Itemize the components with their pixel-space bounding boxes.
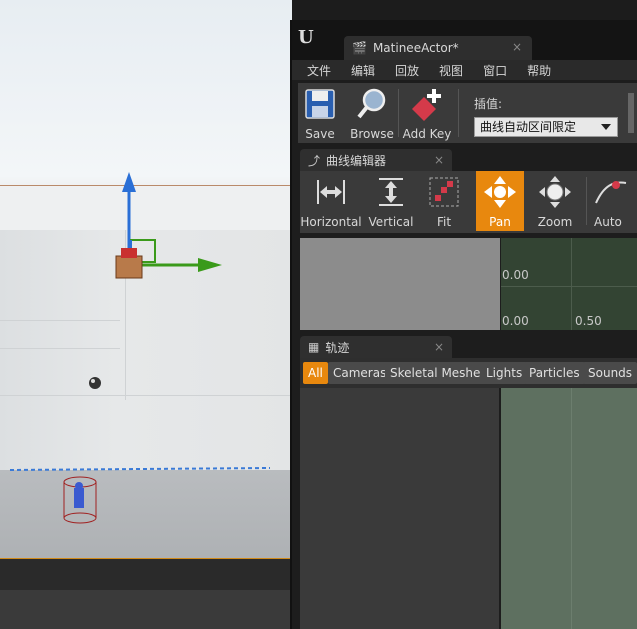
document-tab-label: MatineeActor* <box>372 41 459 55</box>
filter-skeletal-meshes-button[interactable]: Skeletal Meshes <box>385 362 492 384</box>
zoom-button[interactable]: Zoom <box>530 171 580 231</box>
toolbar-overflow <box>628 93 634 133</box>
matinee-actor-icon[interactable] <box>115 248 143 279</box>
filter-all-button[interactable]: All <box>303 362 328 384</box>
save-label: Save <box>305 127 335 141</box>
graph-label-value-top: 0.00 <box>502 268 529 282</box>
level-viewport[interactable] <box>0 0 292 629</box>
fit-icon <box>429 177 459 207</box>
document-tab[interactable]: 🎬 MatineeActor* × <box>344 36 532 60</box>
vertical-label: Vertical <box>368 215 414 229</box>
close-icon[interactable]: × <box>434 153 444 167</box>
scene-overlay <box>9 172 271 524</box>
curve-icon: ⤴ <box>308 153 321 168</box>
auto-label: Auto <box>594 215 622 229</box>
pan-label: Pan <box>489 215 511 229</box>
close-icon[interactable]: × <box>512 40 522 54</box>
chevron-down-icon <box>601 124 611 130</box>
unreal-logo: U <box>298 27 314 48</box>
tracks-area <box>300 388 637 629</box>
browse-button[interactable]: Browse <box>350 83 394 143</box>
tab-tracks[interactable]: ▦ 轨迹 × <box>300 336 452 358</box>
zoom-arrows-icon <box>539 176 571 208</box>
pan-arrows-icon <box>484 176 516 208</box>
add-key-label: Add Key <box>402 127 452 141</box>
interpolation-label: 插值: <box>474 97 503 111</box>
menu-bar: 文件 编辑 回放 视图 窗口 帮助 <box>292 60 637 80</box>
browse-label: Browse <box>350 127 394 141</box>
menu-file[interactable]: 文件 <box>307 62 331 79</box>
fit-vertical-icon <box>379 178 403 206</box>
auto-button[interactable]: Auto <box>590 171 637 231</box>
track-filter-bar: All Cameras Skeletal Meshes Lights Parti… <box>300 358 637 388</box>
vertical-button[interactable]: Vertical <box>366 171 416 231</box>
title-bar: U 🎬 MatineeActor* × <box>292 20 637 60</box>
interpolation-value: 曲线自动区间限定 <box>480 120 577 134</box>
menu-help[interactable]: 帮助 <box>527 62 551 79</box>
sphere-actor[interactable] <box>89 377 101 389</box>
pan-button[interactable]: Pan <box>476 171 524 231</box>
menu-edit[interactable]: 编辑 <box>351 62 375 79</box>
save-button[interactable]: Save <box>300 83 340 143</box>
graph-label-time-start: 0.00 <box>502 314 529 328</box>
curve-list-panel[interactable] <box>300 238 500 330</box>
curve-toolbar: Horizontal Vertical Fit Pan Zoom Auto <box>300 171 637 233</box>
horizontal-button[interactable]: Horizontal <box>300 171 362 231</box>
floppy-disk-icon <box>305 89 335 119</box>
player-start-icon[interactable] <box>63 476 97 524</box>
tab-curve-editor[interactable]: ⤴ 曲线编辑器 × <box>300 149 452 171</box>
curve-editor-tab-label: 曲线编辑器 <box>326 153 387 168</box>
graph-label-time-mid: 0.50 <box>575 314 602 328</box>
track-timeline[interactable] <box>501 388 637 629</box>
curve-editor-area: 0.00 0.00 0.50 <box>300 238 637 330</box>
menu-playback[interactable]: 回放 <box>395 62 419 79</box>
menu-view[interactable]: 视图 <box>439 62 463 79</box>
add-key-icon <box>412 89 441 121</box>
close-icon[interactable]: × <box>434 340 444 354</box>
filter-lights-button[interactable]: Lights <box>481 362 528 384</box>
auto-curve-icon <box>595 181 627 204</box>
filter-cameras-button[interactable]: Cameras <box>328 362 392 384</box>
zoom-label: Zoom <box>537 215 573 229</box>
filter-particles-button[interactable]: Particles <box>524 362 585 384</box>
fit-horizontal-icon <box>317 180 345 204</box>
main-toolbar: Save Browse Add Key 插值: 曲线自动区间限定 <box>298 83 637 143</box>
curve-graph[interactable]: 0.00 0.00 0.50 <box>501 238 637 330</box>
fit-button[interactable]: Fit <box>424 171 464 231</box>
tracks-icon: ▦ <box>308 340 320 354</box>
matinee-editor-window: U 🎬 MatineeActor* × 文件 编辑 回放 视图 窗口 帮助 Sa… <box>290 20 637 629</box>
magnifier-icon <box>357 88 386 119</box>
add-key-button[interactable]: Add Key <box>402 83 452 143</box>
filter-sounds-button[interactable]: Sounds <box>583 362 637 384</box>
menu-window[interactable]: 窗口 <box>483 62 507 79</box>
clapper-icon: 🎬 <box>352 41 367 55</box>
fit-label: Fit <box>436 215 452 229</box>
interpolation-select[interactable]: 曲线自动区间限定 <box>474 117 618 137</box>
horizontal-label: Horizontal <box>300 215 362 229</box>
tracks-tab-label: 轨迹 <box>325 340 350 355</box>
track-list-panel[interactable] <box>300 388 499 629</box>
